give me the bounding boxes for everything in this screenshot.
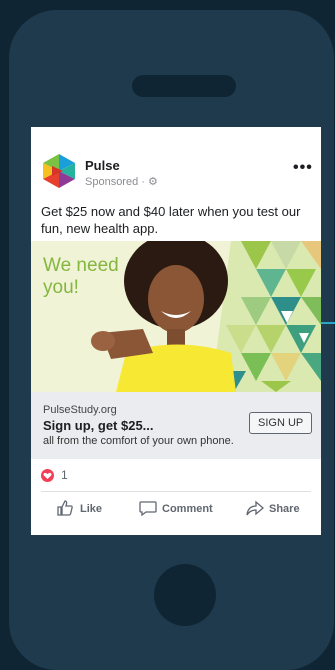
ad-image[interactable]: We need you! — [31, 241, 321, 392]
page-name[interactable]: Pulse — [85, 158, 120, 173]
comment-label: Comment — [162, 503, 213, 515]
divider — [41, 491, 311, 492]
link-domain: PulseStudy.org — [43, 404, 117, 416]
ad-header: Pulse Sponsored · ⚙ ••• — [31, 127, 321, 195]
side-accent-line — [320, 322, 335, 324]
phone-speaker — [132, 75, 236, 97]
love-reaction-icon — [41, 469, 54, 482]
like-button[interactable]: Like — [56, 499, 106, 519]
image-headline-line2: you! — [43, 277, 79, 298]
comment-icon — [139, 501, 157, 517]
like-label: Like — [80, 503, 103, 515]
link-description: all from the comfort of your own phone. — [43, 435, 234, 447]
sign-up-button[interactable]: SIGN UP — [249, 412, 313, 434]
thumbs-up-icon — [57, 500, 73, 516]
pulse-logo-icon[interactable] — [43, 154, 75, 188]
ad-body-text: Get $25 now and $40 later when you test … — [41, 204, 301, 236]
image-headline-line1: We need — [43, 255, 119, 276]
comment-button[interactable]: Comment — [139, 499, 219, 519]
sponsored-ad-card: Pulse Sponsored · ⚙ ••• Get $25 now and … — [31, 127, 321, 535]
more-options-icon[interactable]: ••• — [293, 159, 313, 177]
link-preview[interactable]: PulseStudy.org Sign up, get $25... all f… — [31, 392, 321, 459]
home-button[interactable] — [154, 564, 216, 626]
reaction-count: 1 — [61, 468, 68, 482]
link-title[interactable]: Sign up, get $25... — [43, 418, 154, 433]
image-headline: We need you! — [43, 255, 119, 299]
share-label: Share — [269, 503, 300, 515]
share-button[interactable]: Share — [246, 499, 306, 519]
sponsored-label: Sponsored · ⚙ — [85, 176, 158, 188]
share-icon — [246, 500, 264, 516]
